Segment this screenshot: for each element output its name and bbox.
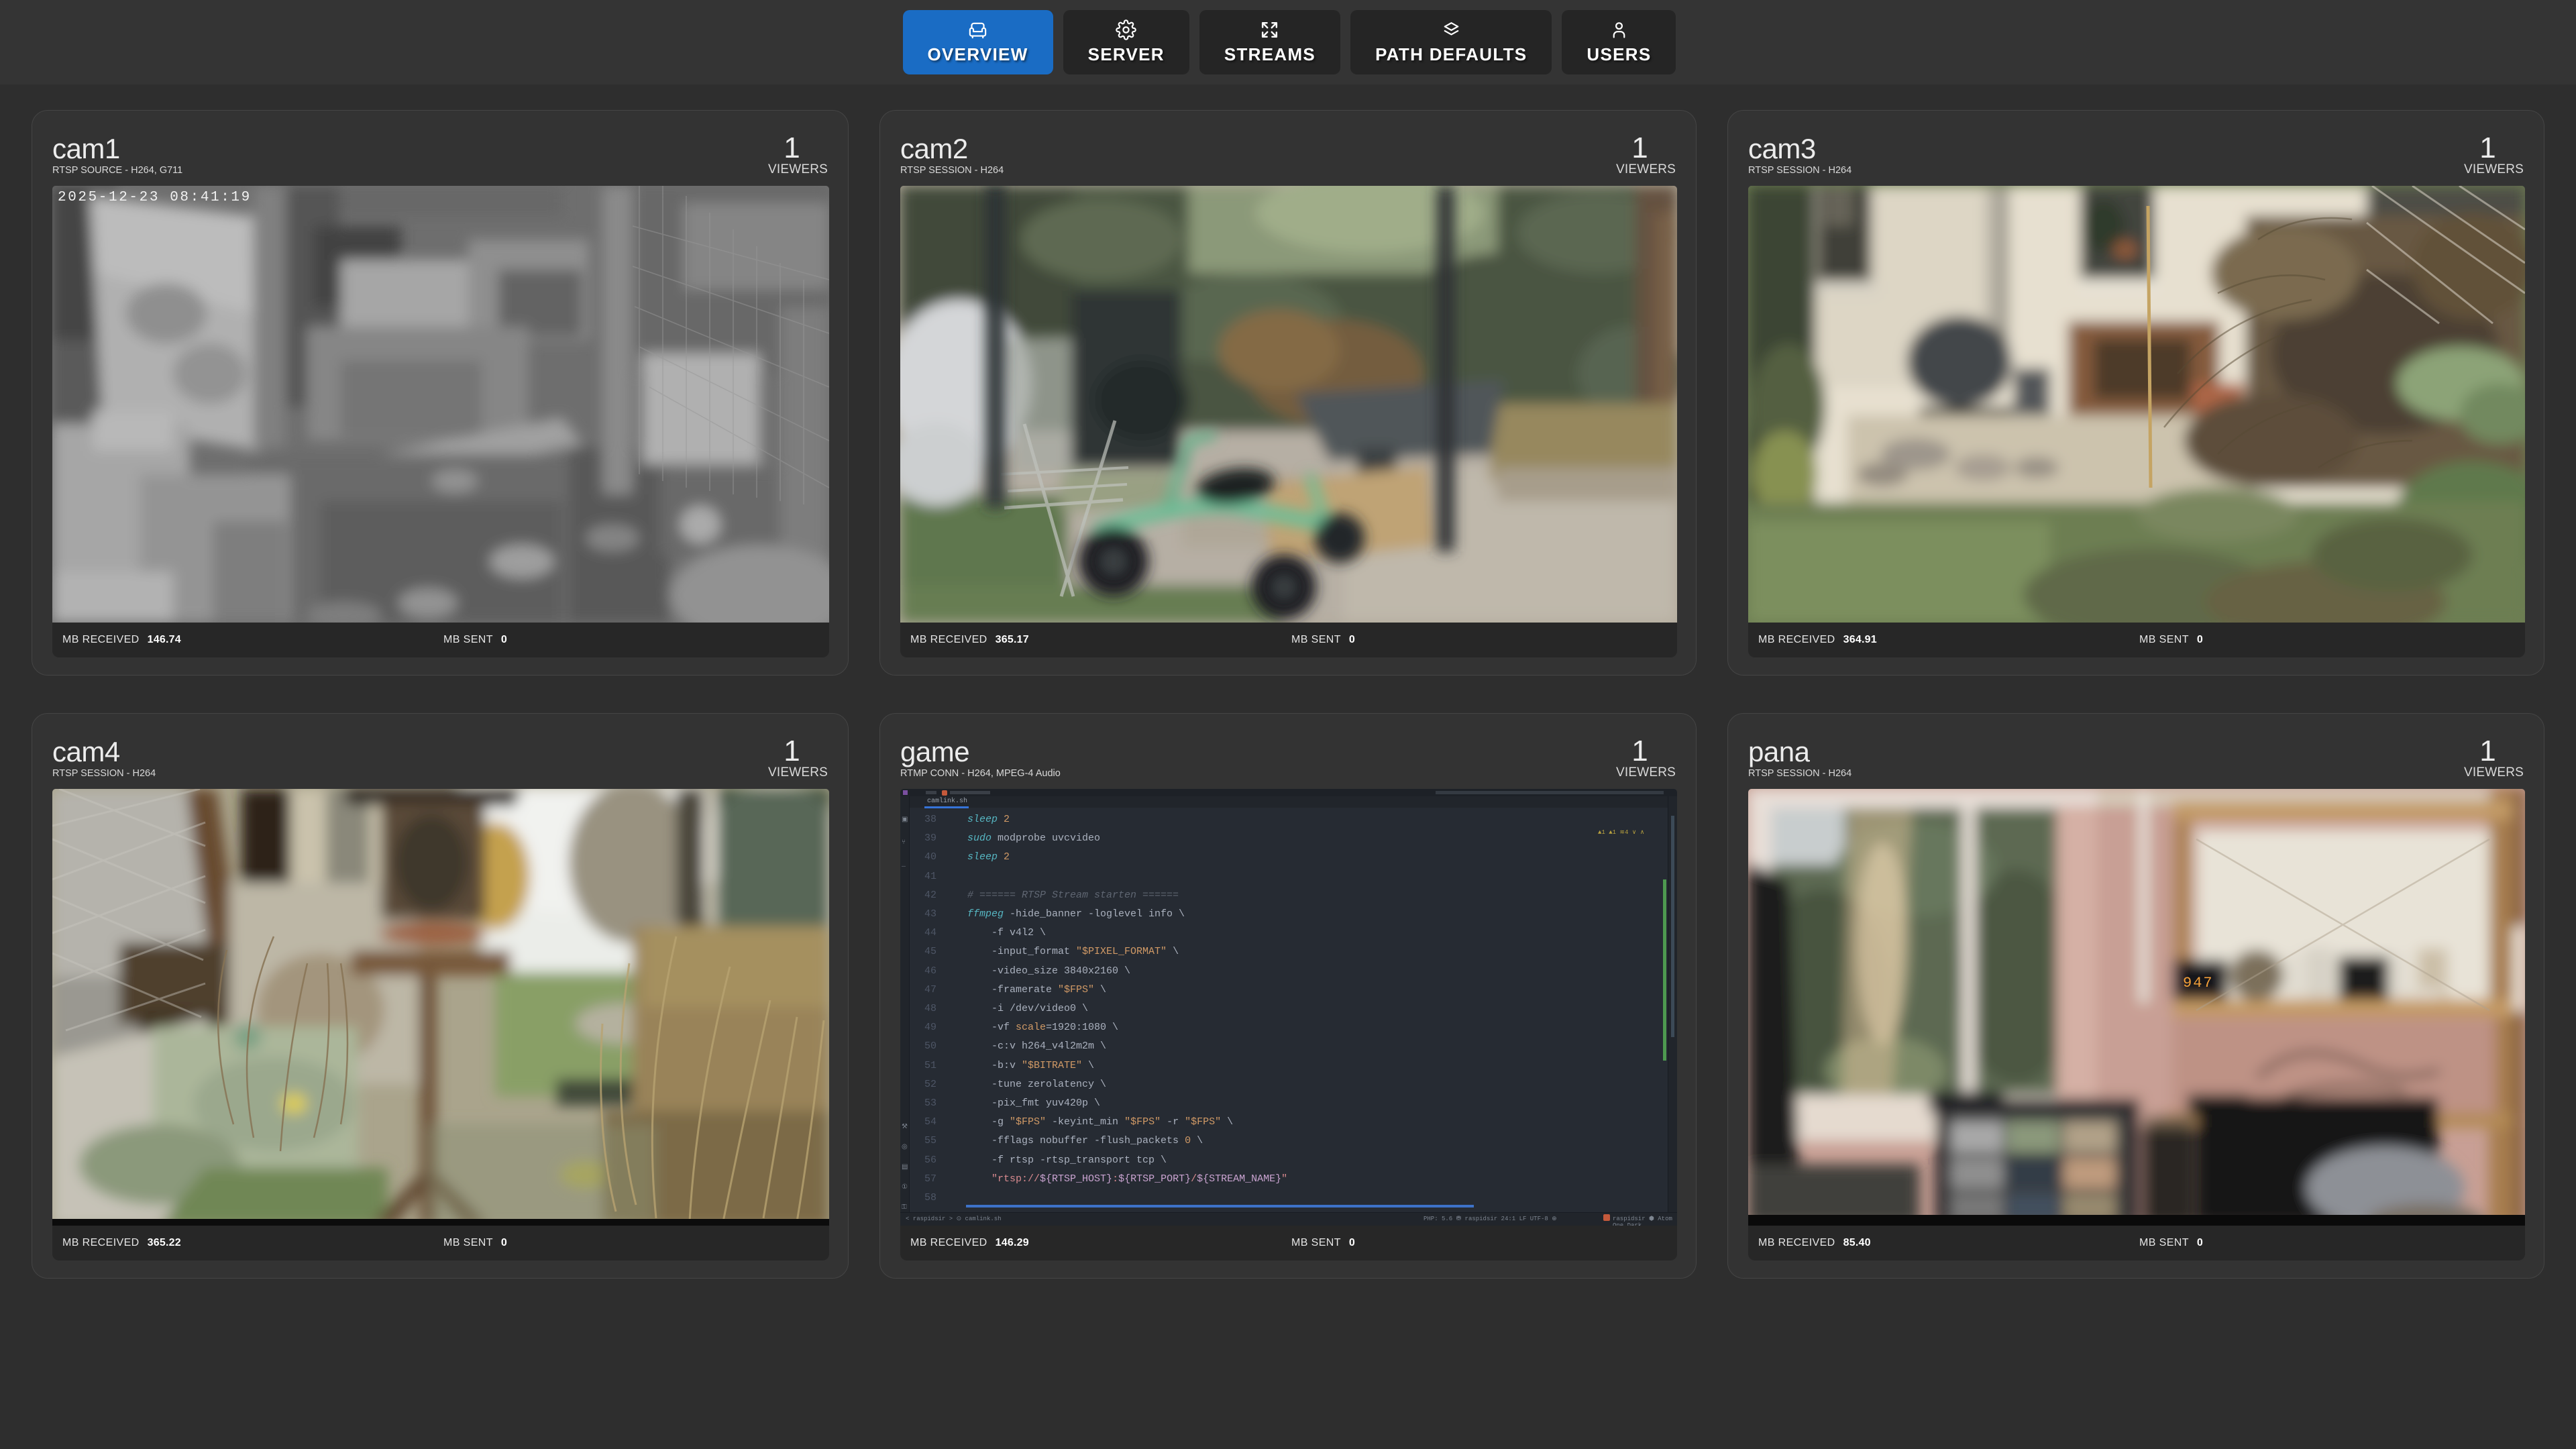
svg-text:2025-12-23 08:41:19: 2025-12-23 08:41:19 xyxy=(58,190,252,205)
svg-text:947: 947 xyxy=(2183,975,2214,991)
